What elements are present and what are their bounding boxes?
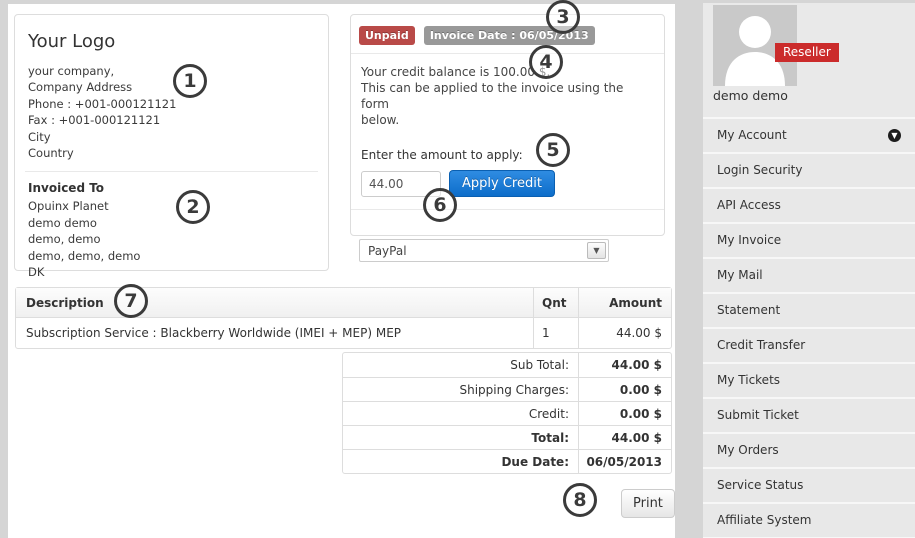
sidebar-item-my-account[interactable]: My Account ▼ — [703, 117, 915, 152]
invoiced-to-details: Opuinx Planet demo demo demo, demo demo,… — [28, 198, 315, 280]
invoice-status-row: Unpaid Invoice Date : 06/05/2013 — [351, 15, 664, 54]
address-line: Fax : +001-000121121 — [28, 112, 315, 128]
invoiced-to-line: DK — [28, 264, 315, 280]
reseller-badge: Reseller — [775, 43, 839, 62]
credit-balance-line: below. — [361, 112, 654, 128]
credit-value: 0.00 $ — [578, 402, 671, 425]
sidebar-item-label: Credit Transfer — [717, 338, 805, 352]
due-date-value: 06/05/2013 — [578, 450, 671, 473]
chevron-down-icon[interactable]: ▼ — [587, 242, 606, 259]
annotation-circle-8: 8 — [563, 483, 597, 517]
header-amount: Amount — [578, 288, 671, 317]
company-info-box: Your Logo your company, Company Address … — [14, 14, 329, 271]
circle-arrow-down-icon[interactable]: ▼ — [888, 129, 901, 142]
credit-balance-line: Your credit balance is 100.00 $. — [361, 64, 654, 80]
unpaid-status-badge: Unpaid — [359, 26, 415, 45]
sidebar-item-label: Affiliate System — [717, 513, 811, 527]
annotation-circle-4: 4 — [529, 45, 563, 79]
sidebar-item-label: Statement — [717, 303, 780, 317]
invoiced-to-line: demo, demo — [28, 231, 315, 247]
company-address: your company, Company Address Phone : +0… — [28, 63, 315, 161]
sidebar-item-login-security[interactable]: Login Security — [703, 152, 915, 187]
sidebar-item-statement[interactable]: Statement — [703, 292, 915, 327]
sidebar-item-my-mail[interactable]: My Mail — [703, 257, 915, 292]
annotation-circle-1: 1 — [173, 64, 207, 98]
credit-balance-section: Your credit balance is 100.00 $. This ca… — [351, 54, 664, 209]
shipping-row: Shipping Charges: 0.00 $ — [343, 377, 671, 401]
subtotal-row: Sub Total: 44.00 $ — [343, 353, 671, 377]
sidebar-item-label: My Invoice — [717, 233, 781, 247]
sidebar-item-label: API Access — [717, 198, 781, 212]
payment-method-value: PayPal — [368, 244, 407, 258]
payment-method-row: PayPal ▼ — [351, 209, 664, 272]
sidebar-item-submit-ticket[interactable]: Submit Ticket — [703, 397, 915, 432]
invoice-totals-table: Sub Total: 44.00 $ Shipping Charges: 0.0… — [342, 352, 672, 474]
apply-amount-label: Enter the amount to apply: — [361, 147, 654, 163]
payment-method-select[interactable]: PayPal ▼ — [359, 239, 609, 262]
total-row: Total: 44.00 $ — [343, 425, 671, 449]
profile-block: Reseller demo demo — [703, 3, 915, 117]
item-amount: 44.00 $ — [578, 318, 671, 348]
user-name: demo demo — [713, 88, 788, 103]
sidebar-item-label: My Orders — [717, 443, 779, 457]
sidebar-item-label: My Mail — [717, 268, 763, 282]
invoiced-to-line: demo demo — [28, 215, 315, 231]
sidebar-item-label: Login Security — [717, 163, 802, 177]
shipping-value: 0.00 $ — [578, 378, 671, 401]
sidebar-item-affiliate-system[interactable]: Affiliate System — [703, 502, 915, 537]
address-line: Company Address — [28, 79, 315, 95]
credit-balance-line: This can be applied to the invoice using… — [361, 80, 654, 112]
item-description: Subscription Service : Blackberry Worldw… — [16, 326, 533, 340]
invoiced-to-heading: Invoiced To — [28, 181, 315, 195]
sidebar-item-service-status[interactable]: Service Status — [703, 467, 915, 502]
item-qnt: 1 — [533, 318, 578, 348]
print-button[interactable]: Print — [621, 489, 675, 518]
apply-credit-button[interactable]: Apply Credit — [449, 170, 555, 197]
annotation-circle-3: 3 — [546, 0, 580, 34]
address-line: City — [28, 129, 315, 145]
due-date-row: Due Date: 06/05/2013 — [343, 449, 671, 473]
sidebar-item-label: My Tickets — [717, 373, 780, 387]
sidebar-item-label: Submit Ticket — [717, 408, 799, 422]
apply-credit-row: Apply Credit — [361, 170, 654, 197]
sidebar-item-credit-transfer[interactable]: Credit Transfer — [703, 327, 915, 362]
due-date-label: Due Date: — [343, 455, 578, 469]
sidebar-item-api-access[interactable]: API Access — [703, 187, 915, 222]
invoiced-to-line: demo, demo, demo — [28, 248, 315, 264]
credit-payment-box: Unpaid Invoice Date : 06/05/2013 Your cr… — [350, 14, 665, 236]
header-description: Description — [16, 296, 533, 310]
address-line: your company, — [28, 63, 315, 79]
table-row: Subscription Service : Blackberry Worldw… — [16, 318, 671, 348]
invoiced-to-line: Opuinx Planet — [28, 198, 315, 214]
subtotal-label: Sub Total: — [343, 358, 578, 372]
sidebar-item-label: My Account — [717, 128, 787, 142]
credit-row: Credit: 0.00 $ — [343, 401, 671, 425]
company-logo-text: Your Logo — [28, 31, 315, 52]
account-sidebar: Reseller demo demo My Account ▼ Login Se… — [703, 3, 915, 538]
address-line: Country — [28, 145, 315, 161]
invoice-page: Your Logo your company, Company Address … — [0, 0, 915, 538]
header-qnt: Qnt — [533, 288, 578, 317]
sidebar-item-my-orders[interactable]: My Orders — [703, 432, 915, 467]
total-value: 44.00 $ — [578, 426, 671, 449]
address-line: Phone : +001-000121121 — [28, 96, 315, 112]
shipping-label: Shipping Charges: — [343, 383, 578, 397]
subtotal-value: 44.00 $ — [578, 353, 671, 377]
sidebar-item-label: Service Status — [717, 478, 803, 492]
sidebar-item-my-invoice[interactable]: My Invoice — [703, 222, 915, 257]
annotation-circle-2: 2 — [176, 190, 210, 224]
sidebar-item-my-tickets[interactable]: My Tickets — [703, 362, 915, 397]
annotation-circle-5: 5 — [536, 133, 570, 167]
credit-label: Credit: — [343, 407, 578, 421]
total-label: Total: — [343, 431, 578, 445]
annotation-circle-7: 7 — [114, 284, 148, 318]
invoice-main-panel: Your Logo your company, Company Address … — [8, 4, 675, 538]
divider — [25, 171, 318, 172]
annotation-circle-6: 6 — [423, 188, 457, 222]
